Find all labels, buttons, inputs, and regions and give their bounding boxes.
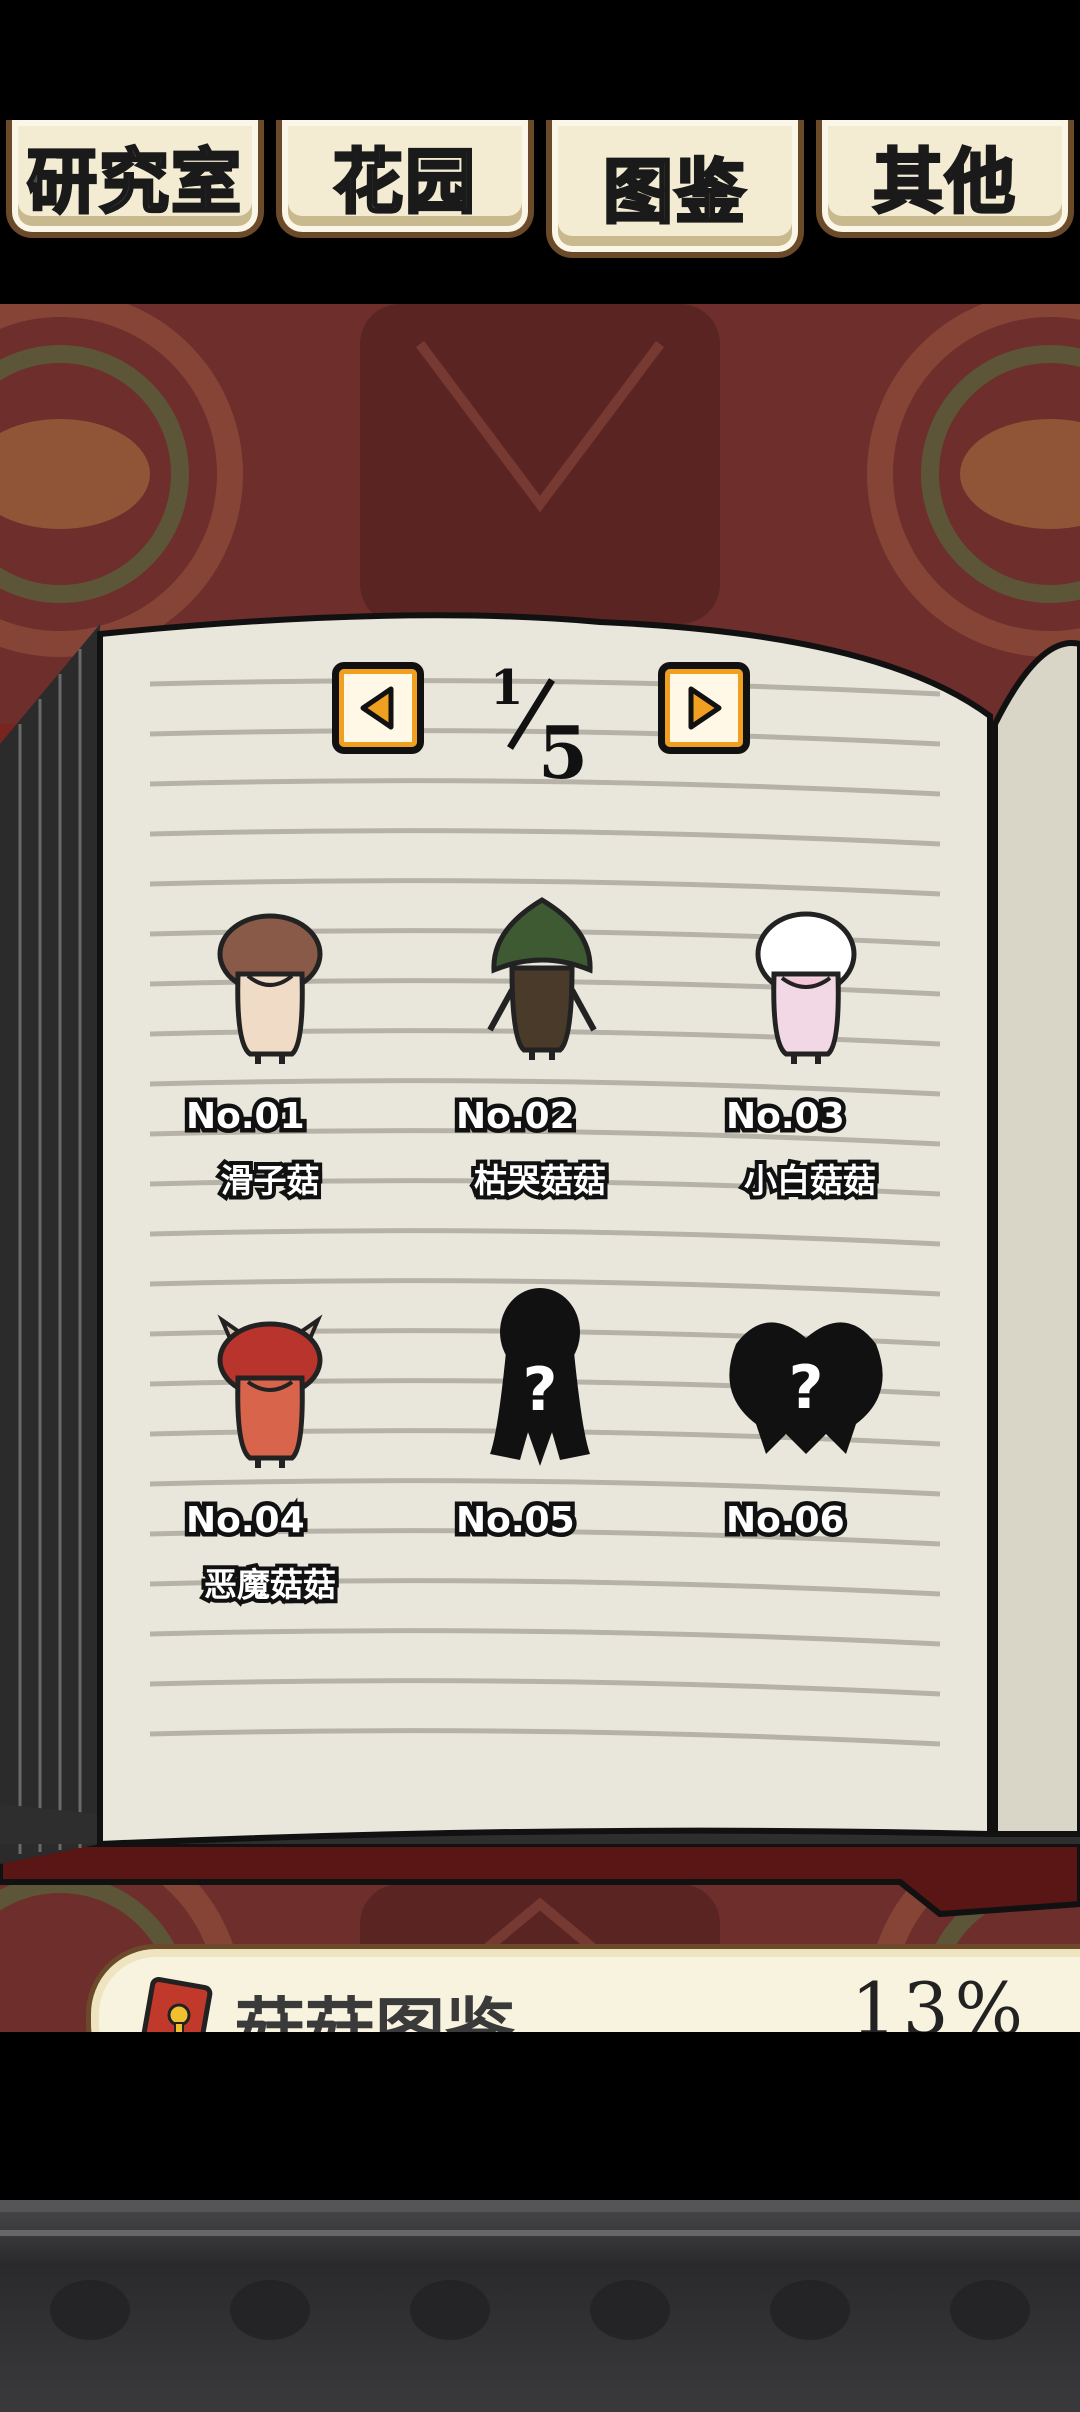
- page-total: 5: [538, 710, 589, 795]
- tab-encyclopedia-label: 图鉴: [602, 149, 747, 234]
- entry-03-number: No.03: [722, 1092, 850, 1142]
- entry-03-name: 小白菇菇: [740, 1157, 880, 1204]
- collection-banner: 菇菇图鉴 13%: [86, 1944, 1080, 2032]
- tab-other-label: 其他: [872, 139, 1017, 224]
- mushroom-03-icon[interactable]: [736, 904, 876, 1064]
- entry-01-name: 滑子菇: [217, 1157, 324, 1204]
- entry-02-number: No.02: [452, 1092, 580, 1142]
- mushroom-04-icon[interactable]: [200, 1308, 340, 1468]
- page-indicator: 1 5: [480, 660, 600, 795]
- encyclopedia-scene: 1 5 No.01 滑子菇 No.02 枯哭菇菇 No.03 小白菇菇 No.0…: [0, 304, 1080, 2032]
- tab-bar: 研究室 花园 图鉴 其他: [0, 0, 1080, 300]
- entry-04-number: No.04: [182, 1496, 310, 1546]
- banner-title: 菇菇图鉴: [235, 1990, 515, 2032]
- tab-encyclopedia[interactable]: 图鉴: [546, 120, 804, 258]
- locked-silhouette-icon[interactable]: ?: [480, 1282, 600, 1472]
- tab-lab[interactable]: 研究室: [6, 120, 264, 238]
- tab-other[interactable]: 其他: [816, 120, 1074, 238]
- tab-lab-label: 研究室: [26, 139, 243, 224]
- tab-garden-label: 花园: [332, 139, 477, 224]
- next-page-button[interactable]: [658, 662, 750, 754]
- arrow-right-icon: [688, 686, 722, 730]
- entry-02-name: 枯哭菇菇: [470, 1157, 610, 1204]
- bottom-ornament-bar: [0, 2200, 1080, 2412]
- book-icon: [139, 1976, 213, 2032]
- question-mark-icon: ?: [789, 1353, 824, 1423]
- collection-percent: 13%: [851, 1967, 1030, 2032]
- ornament-pattern: [0, 2200, 1080, 2340]
- entry-01-number: No.01: [182, 1092, 310, 1142]
- tab-garden[interactable]: 花园: [276, 120, 534, 238]
- locked-silhouette-icon[interactable]: ?: [726, 1304, 886, 1464]
- mushroom-02-icon[interactable]: [472, 890, 612, 1060]
- entry-04-name: 恶魔菇菇: [200, 1561, 340, 1608]
- question-mark-icon: ?: [523, 1355, 558, 1425]
- mushroom-01-icon[interactable]: [200, 904, 340, 1064]
- prev-page-button[interactable]: [332, 662, 424, 754]
- entry-05-number: No.05: [452, 1496, 580, 1546]
- arrow-left-icon: [360, 686, 394, 730]
- entry-06-number: No.06: [722, 1496, 850, 1546]
